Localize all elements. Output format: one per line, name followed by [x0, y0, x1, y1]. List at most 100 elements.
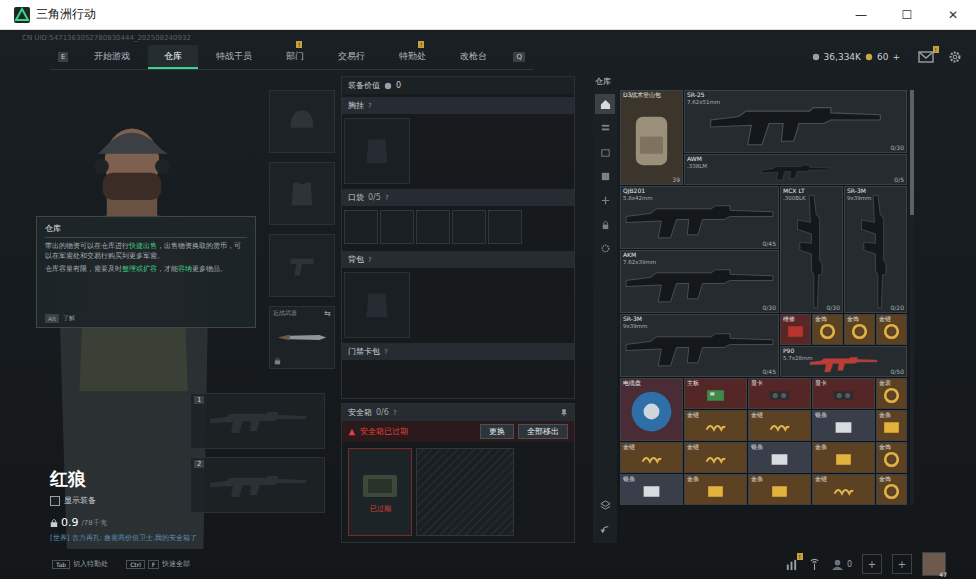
antenna-icon[interactable] [808, 558, 821, 571]
warehouse-item[interactable]: 金饰 [876, 442, 907, 473]
equip-slot[interactable] [269, 234, 335, 297]
nav-tab[interactable]: 部门 ! [270, 45, 320, 69]
warehouse-item[interactable]: 金条 [876, 410, 907, 441]
nav-tab[interactable]: 交易行 [322, 45, 381, 69]
warehouse-item[interactable]: 金饰 [812, 314, 843, 345]
window-control-button[interactable]: ☐ [884, 0, 930, 29]
add-slot-button[interactable]: + [862, 554, 882, 574]
warehouse-tab[interactable] [595, 118, 615, 138]
friends-button[interactable]: 0 [831, 558, 852, 571]
mail-button[interactable]: ! [918, 51, 934, 63]
warehouse-item[interactable]: 维修 [780, 314, 811, 345]
add-currency-button[interactable]: + [892, 52, 900, 62]
warehouse-tab[interactable] [595, 166, 615, 186]
pin-icon[interactable] [560, 409, 568, 417]
warehouse-item[interactable]: 银条 [812, 410, 875, 441]
warehouse-item[interactable]: 金链 [812, 474, 875, 505]
pocket-slot[interactable] [380, 210, 414, 244]
checkbox-box[interactable] [50, 496, 60, 506]
pocket-slot[interactable] [452, 210, 486, 244]
warehouse-item[interactable]: 金饰 [844, 314, 875, 345]
window-control-button[interactable]: ✕ [930, 0, 976, 29]
add-slot-button[interactable]: + [892, 554, 912, 574]
warehouse-item[interactable]: 金条 [812, 442, 875, 473]
gear-slot[interactable] [344, 118, 410, 184]
warehouse-item[interactable]: 金链 [684, 442, 747, 473]
warehouse-item[interactable]: QJB2015.8x42mm0/45 [620, 186, 779, 249]
key-hint[interactable]: Tab切入特勤处 [52, 559, 108, 569]
item-name: AWM [687, 156, 904, 163]
help-button[interactable]: ? [368, 102, 372, 110]
gear-slot[interactable] [344, 272, 410, 338]
help-button[interactable]: ? [368, 256, 372, 264]
scroll-thumb[interactable] [910, 90, 914, 215]
show-gear-checkbox[interactable]: 显示装备 [50, 495, 190, 506]
warehouse-item[interactable]: 显卡 [812, 378, 875, 409]
nav-tab[interactable]: 特勤处 ! [383, 45, 442, 69]
safebox-item[interactable]: 已过期 [348, 448, 412, 536]
weapon-slot[interactable]: 2 [190, 457, 325, 513]
value-label: 装备价值 [348, 80, 380, 91]
warehouse-item[interactable]: P905.7x28mm0/50 [780, 346, 907, 377]
warehouse-item[interactable]: 金条 [748, 474, 811, 505]
nav-tab[interactable]: 特战干员 [200, 45, 268, 69]
warehouse-tool[interactable] [595, 495, 615, 515]
window-control-button[interactable]: — [838, 0, 884, 29]
chat-line[interactable]: [世界] 古力再扎: 急需高价值卫士,我的安全箱了 [50, 533, 190, 543]
stats-button[interactable]: ! [785, 558, 798, 571]
pocket-slot[interactable] [488, 210, 522, 244]
warehouse-item[interactable]: AKM7.62x39mm0/30 [620, 250, 779, 313]
help-button[interactable]: ? [393, 409, 397, 417]
tooltip-title: 仓库 [45, 223, 247, 238]
warehouse-item[interactable]: 金饰 [876, 474, 907, 505]
tooltip-key[interactable]: Alt [45, 314, 59, 323]
warehouse-item[interactable]: 金条 [684, 474, 747, 505]
warehouse-tab[interactable] [595, 190, 615, 210]
warehouse-item[interactable]: 金链 [876, 314, 907, 345]
warehouse-item[interactable]: 银条 [620, 474, 683, 505]
weapon-slot[interactable]: 1 [190, 393, 325, 449]
warehouse-item[interactable]: 金链 [684, 410, 747, 441]
warehouse-item[interactable]: 金链 [748, 410, 811, 441]
item-name: 电缆盘 [623, 380, 680, 387]
help-button[interactable]: ? [385, 194, 389, 202]
equip-slot[interactable]: 近战武器⇆ [269, 306, 335, 369]
key-hint[interactable]: CtrlF快速全部 [126, 559, 190, 569]
warehouse-scrollbar[interactable] [910, 90, 914, 505]
player-avatar[interactable]: 47 [922, 552, 946, 576]
warehouse-tab[interactable] [595, 142, 615, 162]
warehouse-item[interactable]: AWM.338LM0/5 [684, 154, 907, 185]
safebox-button[interactable]: 全部移出 [518, 424, 568, 439]
nav-tab[interactable]: 改枪台 [444, 45, 503, 69]
settings-gear-icon[interactable] [948, 50, 962, 64]
plus-icon [600, 195, 611, 206]
warehouse-item[interactable]: SR-257.62x51mm0/30 [684, 90, 907, 153]
warehouse-tab[interactable] [595, 238, 615, 258]
warehouse-tool[interactable] [595, 519, 615, 539]
warehouse-tab[interactable] [595, 94, 615, 114]
warehouse-item[interactable]: SR-3M9x39mm0/20 [844, 186, 907, 313]
warehouse-item[interactable]: SR-3M9x39mm0/45 [620, 314, 779, 377]
help-button[interactable]: ? [384, 348, 388, 356]
warehouse-item[interactable]: 金表 [876, 378, 907, 409]
nav-tab[interactable]: 开始游戏 [78, 45, 146, 69]
warehouse-item[interactable]: 主板 [684, 378, 747, 409]
warehouse-item[interactable]: 银条 [748, 442, 811, 473]
warehouse-item[interactable]: 显卡 [748, 378, 811, 409]
warehouse-item[interactable]: 电缆盘 [620, 378, 683, 441]
warehouse-item[interactable]: D3战术登山包39 [620, 90, 683, 185]
warehouse-item[interactable]: MCX LT.300BLK0/30 [780, 186, 843, 313]
pocket-slot[interactable] [344, 210, 378, 244]
prev-tab-key[interactable]: E [58, 52, 68, 62]
equip-slot[interactable] [269, 90, 335, 153]
item-label: 金表 [877, 379, 906, 388]
next-tab-key[interactable]: Q [513, 52, 525, 62]
warehouse-item[interactable]: 金链 [620, 442, 683, 473]
pocket-slot[interactable] [416, 210, 450, 244]
safebox-button[interactable]: 更换 [480, 424, 514, 439]
warehouse-tab[interactable] [595, 214, 615, 234]
equip-slot[interactable] [269, 162, 335, 225]
swap-button[interactable]: ⇆ [324, 309, 331, 318]
app-window: 三角洲行动—☐✕CN UID:5471363052780830444_20250… [0, 0, 976, 579]
nav-tab[interactable]: 仓库 [148, 45, 198, 69]
